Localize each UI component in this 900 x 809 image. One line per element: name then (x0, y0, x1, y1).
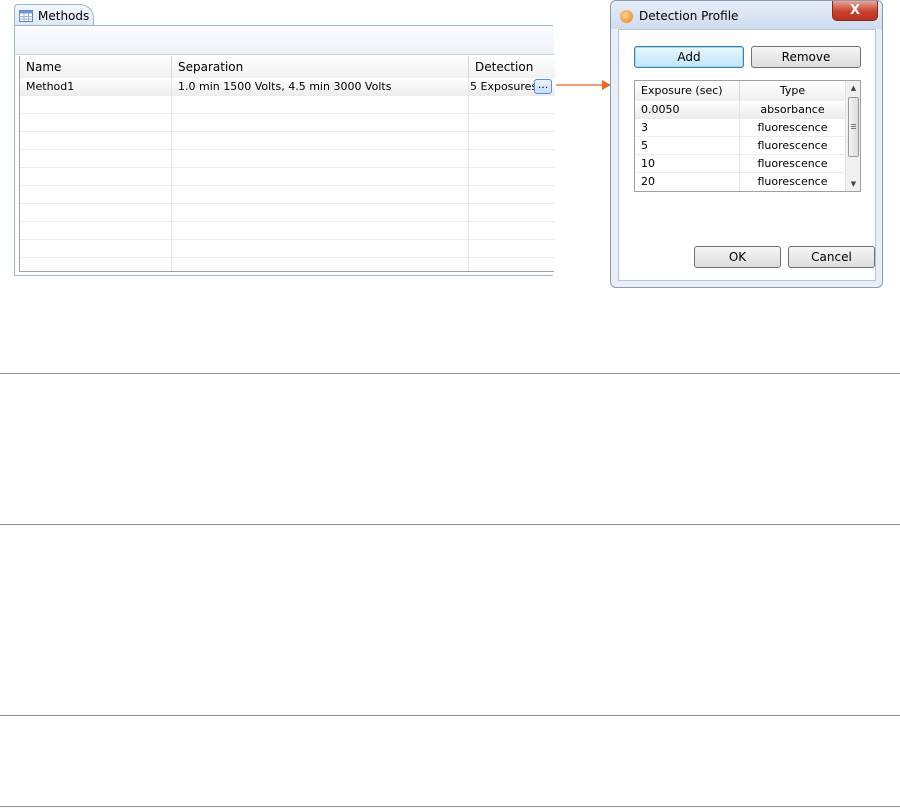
divider (0, 524, 900, 525)
methods-toolbar (15, 26, 554, 55)
empty-cell[interactable] (20, 96, 172, 114)
methods-panel: Methods Name Separation Detection Method… (14, 4, 555, 276)
table-row[interactable] (20, 258, 555, 271)
empty-cell[interactable] (20, 114, 172, 132)
type-cell[interactable]: absorbance (740, 101, 845, 119)
table-row[interactable] (20, 222, 555, 240)
methods-body: Name Separation Detection Method1 1.0 mi… (14, 25, 555, 276)
table-grid-icon (19, 10, 33, 22)
methods-table: Name Separation Detection Method1 1.0 mi… (19, 56, 555, 272)
exposure-cell[interactable]: 20 (635, 173, 740, 191)
empty-cell[interactable] (172, 96, 469, 114)
exposure-cell[interactable]: 10 (635, 155, 740, 173)
empty-cell[interactable] (172, 186, 469, 204)
empty-cell[interactable] (20, 204, 172, 222)
table-row-method1[interactable]: Method1 1.0 min 1500 Volts, 4.5 min 3000… (20, 78, 555, 96)
chevron-up-icon[interactable]: ▲ (846, 81, 860, 95)
chevron-down-icon[interactable]: ▼ (846, 177, 860, 191)
table-row[interactable] (20, 186, 555, 204)
empty-cell[interactable] (20, 132, 172, 150)
table-row[interactable] (20, 150, 555, 168)
table-row[interactable]: 10 fluorescence (635, 155, 845, 173)
table-row[interactable] (20, 240, 555, 258)
exposure-table-header: Exposure (sec) Type (635, 81, 845, 102)
type-cell[interactable]: fluorescence (740, 137, 845, 155)
connector-arrow-icon (556, 80, 611, 90)
empty-cell[interactable] (20, 222, 172, 240)
edit-detection-button[interactable]: ... (534, 79, 552, 94)
tab-label: Methods (38, 9, 90, 23)
divider (0, 373, 900, 374)
cell-name[interactable]: Method1 (20, 78, 172, 96)
type-cell[interactable]: fluorescence (740, 119, 845, 137)
type-cell[interactable]: fluorescence (740, 155, 845, 173)
dialog-title-bar[interactable]: Detection Profile X (611, 1, 882, 29)
vertical-scrollbar[interactable]: ▲ ▼ (845, 81, 860, 191)
exposure-table: Exposure (sec) Type 0.0050 absorbance 3 … (634, 80, 861, 192)
methods-table-header: Name Separation Detection (20, 56, 555, 79)
cell-separation[interactable]: 1.0 min 1500 Volts, 4.5 min 3000 Volts (172, 78, 469, 96)
detection-profile-dialog: Detection Profile X Add Remove Exposure … (610, 0, 883, 288)
exposure-cell[interactable]: 5 (635, 137, 740, 155)
divider (0, 715, 900, 716)
grip-line (851, 126, 856, 127)
empty-cell[interactable] (172, 114, 469, 132)
table-row[interactable]: 5 fluorescence (635, 137, 845, 155)
divider (0, 806, 900, 807)
empty-cell[interactable] (20, 240, 172, 258)
column-header-type[interactable]: Type (740, 81, 845, 101)
ok-button[interactable]: OK (694, 246, 781, 268)
tab-methods[interactable]: Methods (14, 4, 94, 26)
grip-line (851, 128, 856, 129)
empty-cell[interactable] (172, 258, 469, 271)
app-logo-icon (620, 10, 633, 23)
table-row[interactable]: 3 fluorescence (635, 119, 845, 137)
exposure-cell[interactable]: 0.0050 (635, 101, 740, 119)
empty-cell[interactable] (172, 132, 469, 150)
cancel-button[interactable]: Cancel (788, 246, 875, 268)
add-button[interactable]: Add (634, 46, 744, 68)
exposure-cell[interactable]: 3 (635, 119, 740, 137)
empty-cell[interactable] (172, 222, 469, 240)
empty-cell[interactable] (20, 258, 172, 271)
table-row[interactable] (20, 132, 555, 150)
table-row[interactable] (20, 114, 555, 132)
table-row[interactable] (20, 168, 555, 186)
close-button[interactable]: X (832, 1, 878, 21)
scrollbar-thumb[interactable] (848, 97, 859, 157)
empty-cell[interactable] (20, 150, 172, 168)
table-row[interactable]: 20 fluorescence (635, 173, 845, 191)
empty-cell[interactable] (20, 168, 172, 186)
type-cell[interactable]: fluorescence (740, 173, 845, 191)
detection-value: 5 Exposures (470, 80, 538, 93)
column-header-detection[interactable]: Detection (469, 56, 555, 78)
empty-cell[interactable] (172, 204, 469, 222)
table-row[interactable]: 0.0050 absorbance (635, 101, 845, 119)
dialog-title: Detection Profile (639, 9, 739, 23)
table-row[interactable] (20, 204, 555, 222)
empty-cell[interactable] (20, 186, 172, 204)
grip-line (851, 124, 856, 125)
column-header-exposure[interactable]: Exposure (sec) (635, 81, 740, 101)
empty-cell[interactable] (172, 168, 469, 186)
empty-cell[interactable] (172, 240, 469, 258)
close-icon: X (849, 3, 861, 18)
table-row[interactable] (20, 96, 555, 114)
empty-cell[interactable] (172, 150, 469, 168)
column-header-separation[interactable]: Separation (172, 56, 469, 78)
dialog-content: Add Remove Exposure (sec) Type 0.0050 ab… (618, 29, 876, 281)
column-header-name[interactable]: Name (20, 56, 172, 78)
remove-button[interactable]: Remove (751, 46, 861, 68)
